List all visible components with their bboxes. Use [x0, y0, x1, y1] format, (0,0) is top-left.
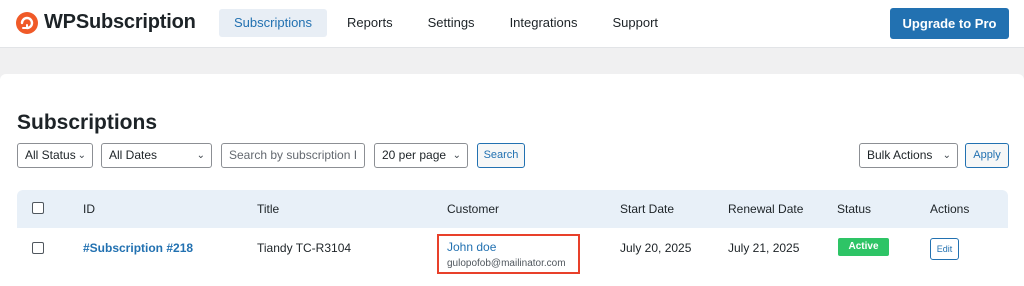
- nav-settings[interactable]: Settings: [413, 9, 490, 37]
- nav-integrations[interactable]: Integrations: [495, 9, 593, 37]
- column-actions: Actions: [930, 202, 970, 216]
- page-title: Subscriptions: [17, 111, 158, 134]
- column-title: Title: [257, 202, 280, 216]
- nav-reports[interactable]: Reports: [332, 9, 408, 37]
- nav-support[interactable]: Support: [598, 9, 674, 37]
- apply-button[interactable]: Apply: [965, 143, 1009, 168]
- dates-filter-value: All Dates: [109, 148, 158, 162]
- select-all-checkbox[interactable]: [32, 202, 44, 214]
- column-renewal-date: Renewal Date: [728, 202, 804, 216]
- logo-icon: [16, 11, 38, 34]
- column-status: Status: [837, 202, 872, 216]
- chevron-down-icon: ⌄: [942, 150, 951, 161]
- renewal-date: July 21, 2025: [728, 241, 800, 255]
- table-header: ID Title Customer Start Date Renewal Dat…: [17, 190, 1008, 228]
- column-start-date: Start Date: [620, 202, 675, 216]
- status-filter-select[interactable]: All Status ⌄: [17, 143, 93, 168]
- status-badge: Active: [838, 238, 889, 256]
- per-page-select[interactable]: 20 per page ⌄: [374, 143, 468, 168]
- row-checkbox[interactable]: [32, 242, 44, 254]
- customer-name-link[interactable]: John doe: [447, 240, 496, 254]
- top-bar: WPSubscription Subscriptions Reports Set…: [0, 0, 1024, 48]
- start-date: July 20, 2025: [620, 241, 692, 255]
- status-filter-value: All Status: [25, 148, 76, 162]
- logo[interactable]: WPSubscription: [16, 11, 196, 34]
- per-page-value: 20 per page: [382, 148, 447, 162]
- search-button[interactable]: Search: [477, 143, 525, 168]
- customer-email: gulopofob@mailinator.com: [447, 258, 566, 269]
- bulk-actions-select[interactable]: Bulk Actions ⌄: [859, 143, 958, 168]
- chevron-down-icon: ⌄: [196, 150, 205, 161]
- upgrade-button[interactable]: Upgrade to Pro: [890, 8, 1009, 39]
- customer-highlight-box: John doe gulopofob@mailinator.com: [437, 234, 580, 274]
- bulk-actions-value: Bulk Actions: [867, 148, 933, 162]
- nav-subscriptions[interactable]: Subscriptions: [219, 9, 328, 37]
- logo-text: WPSubscription: [44, 11, 196, 33]
- subscription-id-link[interactable]: #Subscription #218: [83, 241, 193, 255]
- main-nav: Subscriptions Reports Settings Integrati…: [219, 9, 678, 37]
- search-input[interactable]: Search by subscription I: [221, 143, 365, 168]
- table-row: #Subscription #218 Tiandy TC-R3104 John …: [17, 228, 1008, 286]
- column-id: ID: [83, 202, 95, 216]
- edit-button[interactable]: Edit: [930, 238, 959, 260]
- chevron-down-icon: ⌄: [77, 150, 86, 161]
- chevron-down-icon: ⌄: [452, 150, 461, 161]
- column-customer: Customer: [447, 202, 500, 216]
- dates-filter-select[interactable]: All Dates ⌄: [101, 143, 212, 168]
- subscription-title: Tiandy TC-R3104: [257, 241, 352, 255]
- main-panel: Subscriptions All Status ⌄ All Dates ⌄ S…: [0, 74, 1024, 286]
